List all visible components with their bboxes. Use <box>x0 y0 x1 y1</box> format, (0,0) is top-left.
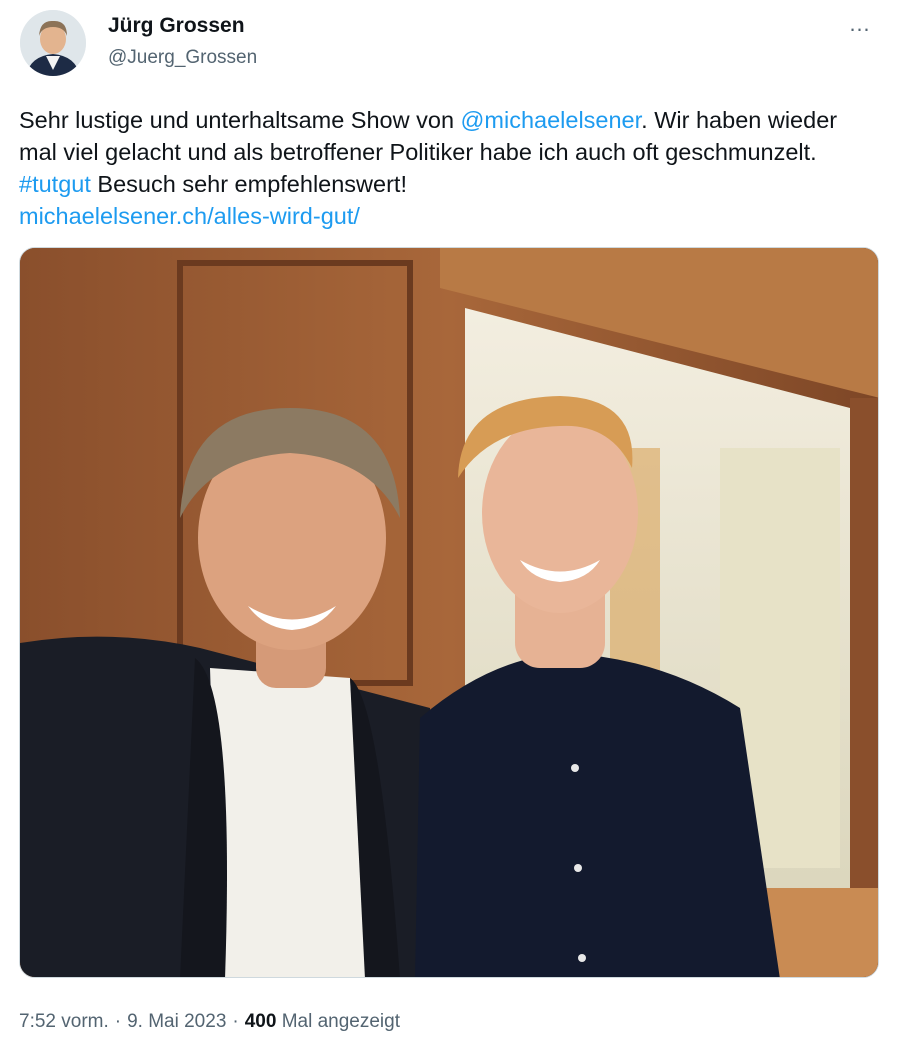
author-name[interactable]: Jürg Grossen <box>108 14 245 38</box>
tweet-photo[interactable] <box>19 247 879 978</box>
tweet-time[interactable]: 7:52 vorm. <box>19 1011 109 1032</box>
url-link[interactable]: michaelelsener.ch/alles-wird-gut/ <box>19 203 360 229</box>
tweet: Jürg Grossen @Juerg_Grossen … Sehr lusti… <box>0 0 900 1042</box>
meta-separator-2: · <box>232 1011 239 1032</box>
tweet-text-part-3: Besuch sehr empfehlenswert! <box>90 171 407 197</box>
author-handle[interactable]: @Juerg_Grossen <box>108 47 257 69</box>
more-icon: … <box>848 11 872 36</box>
tweet-meta: 7:52 vorm. · 9. Mai 2023 · 400 Mal angezeigt <box>19 1011 400 1033</box>
more-options-button[interactable]: … <box>842 12 878 42</box>
tweet-date[interactable]: 9. Mai 2023 <box>127 1011 226 1032</box>
meta-separator: · <box>114 1011 122 1032</box>
tweet-text: Sehr lustige und unterhaltsame Show von … <box>19 104 879 232</box>
tweet-text-part-1: Sehr lustige und unterhaltsame Show von <box>19 107 461 133</box>
avatar[interactable] <box>20 10 86 76</box>
hashtag-link[interactable]: #tutgut <box>19 171 91 197</box>
views-count: 400 <box>244 1011 277 1032</box>
views-label: Mal angezeigt <box>281 1011 400 1032</box>
mention-link[interactable]: @michaelelsener <box>461 107 642 133</box>
